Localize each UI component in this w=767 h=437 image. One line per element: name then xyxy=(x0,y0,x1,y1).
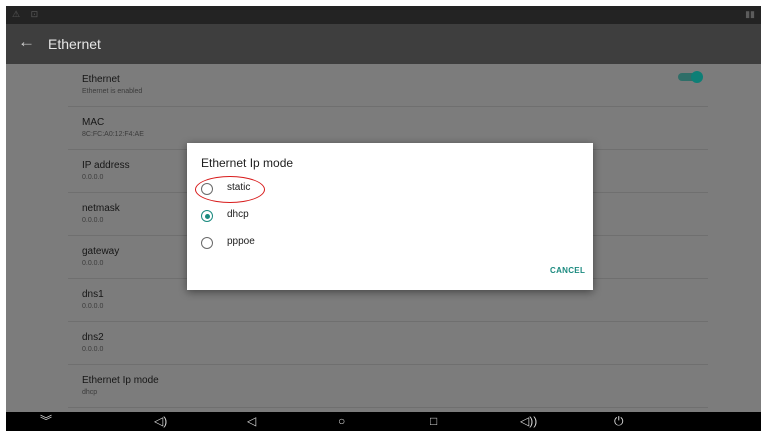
page-title: Ethernet xyxy=(48,36,101,52)
item-subtitle: 8C:FC:A0:12:F4:AE xyxy=(82,131,144,138)
item-subtitle: 0.0.0.0 xyxy=(82,260,104,267)
back-icon[interactable]: ◁ xyxy=(247,412,256,431)
radio-option-dhcp[interactable]: dhcp xyxy=(201,207,401,229)
system-icons: ▮▮ xyxy=(745,9,755,19)
item-title: IP address xyxy=(82,160,130,171)
item-subtitle: dhcp xyxy=(82,389,98,396)
item-title: netmask xyxy=(82,203,120,214)
radio-unchecked-icon[interactable] xyxy=(201,237,213,249)
navigation-bar: ︾ ◁) ◁ ○ □ ◁)) ⏻ xyxy=(6,412,761,431)
settings-item-ethernet-ip-mode[interactable]: Ethernet Ip mode dhcp xyxy=(68,365,708,408)
status-bar: ⚠ ⊡ ▮▮ xyxy=(6,6,761,24)
power-icon[interactable]: ⏻ xyxy=(614,412,624,431)
radio-option-pppoe[interactable]: pppoe xyxy=(201,234,401,256)
item-title: Ethernet xyxy=(82,74,120,85)
screen: ⚠ ⊡ ▮▮ ← Ethernet Ethernet Ethernet is e… xyxy=(6,6,761,431)
option-label: pppoe xyxy=(227,236,255,247)
item-title: dns2 xyxy=(82,332,104,343)
item-subtitle: 0.0.0.0 xyxy=(82,217,104,224)
item-title: gateway xyxy=(82,246,120,257)
notification-icons: ⚠ ⊡ xyxy=(12,9,43,19)
item-subtitle: 0.0.0.0 xyxy=(82,303,104,310)
recents-icon[interactable]: □ xyxy=(430,412,437,431)
radio-checked-icon[interactable] xyxy=(201,210,213,222)
radio-option-static[interactable]: static xyxy=(201,180,401,202)
option-label: dhcp xyxy=(227,209,249,220)
radio-unchecked-icon[interactable] xyxy=(201,183,213,195)
settings-item-dns2[interactable]: dns2 0.0.0.0 xyxy=(68,322,708,365)
ip-mode-dialog: Ethernet Ip mode static dhcp pppoe CANCE… xyxy=(187,143,593,290)
app-bar: ← Ethernet xyxy=(6,24,761,64)
toggle-thumb xyxy=(691,71,703,83)
volume-up-icon[interactable]: ◁)) xyxy=(520,412,537,431)
home-icon[interactable]: ○ xyxy=(338,412,345,431)
cancel-button[interactable]: CANCEL xyxy=(550,266,585,275)
item-title: dns1 xyxy=(82,289,104,300)
option-label: static xyxy=(227,182,251,193)
back-arrow-icon[interactable]: ← xyxy=(18,32,35,52)
item-subtitle: 0.0.0.0 xyxy=(82,174,104,181)
item-subtitle: Ethernet is enabled xyxy=(82,88,143,95)
item-title: MAC xyxy=(82,117,105,128)
volume-down-icon[interactable]: ◁) xyxy=(154,412,167,431)
item-title: Ethernet Ip mode xyxy=(82,375,159,386)
dialog-title: Ethernet Ip mode xyxy=(201,156,294,170)
item-subtitle: 0.0.0.0 xyxy=(82,346,104,353)
ethernet-toggle[interactable] xyxy=(678,71,706,83)
settings-item-ethernet[interactable]: Ethernet Ethernet is enabled xyxy=(68,64,708,107)
chevron-down-icon[interactable]: ︾ xyxy=(40,412,52,431)
